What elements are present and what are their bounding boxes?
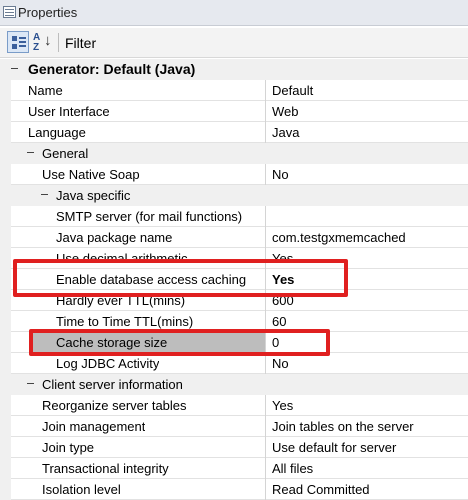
row-gutter <box>0 353 11 374</box>
filter-button[interactable]: Filter <box>65 35 96 51</box>
property-label: Name <box>28 83 63 98</box>
property-value[interactable]: Join tables on the server <box>265 416 468 437</box>
property-row-name[interactable]: Name Default <box>0 80 468 101</box>
row-gutter <box>0 311 11 332</box>
property-row-transactional-integrity[interactable]: Transactional integrity All files <box>0 458 468 479</box>
property-label: Transactional integrity <box>42 461 169 476</box>
property-value[interactable]: Read Committed <box>265 479 468 500</box>
property-label: SMTP server (for mail functions) <box>56 209 243 224</box>
row-gutter <box>0 248 11 269</box>
property-value[interactable]: All files <box>265 458 468 479</box>
property-row-isolation-level[interactable]: Isolation level Read Committed <box>0 479 468 500</box>
property-label: Log JDBC Activity <box>56 356 160 371</box>
category-title: Java specific <box>56 188 131 203</box>
row-gutter <box>0 479 11 500</box>
row-gutter <box>0 332 11 353</box>
row-gutter <box>0 395 11 416</box>
row-gutter <box>0 437 11 458</box>
categorized-view-icon[interactable] <box>7 31 29 53</box>
property-label: Use Native Soap <box>42 167 140 182</box>
category-general[interactable]: General <box>0 143 468 164</box>
properties-window-icon <box>3 6 16 18</box>
toolbar: A Z ↓ Filter <box>0 28 468 58</box>
highlight-box-caching <box>13 259 348 297</box>
row-gutter <box>0 458 11 479</box>
property-value[interactable]: Use default for server <box>265 437 468 458</box>
window-title: Properties <box>18 5 78 20</box>
row-gutter <box>0 101 11 122</box>
property-label: Reorganize server tables <box>42 398 187 413</box>
property-row-smtp-server[interactable]: SMTP server (for mail functions) <box>0 206 468 227</box>
row-gutter <box>0 227 11 248</box>
group-title: Generator: Default (Java) <box>28 61 196 77</box>
property-row-java-package-name[interactable]: Java package name com.testgxmemcached <box>0 227 468 248</box>
property-row-use-native-soap[interactable]: Use Native Soap No <box>0 164 468 185</box>
property-value[interactable] <box>265 206 468 227</box>
row-gutter <box>0 122 11 143</box>
category-client-server-information[interactable]: Client server information <box>0 374 468 395</box>
category-title: Client server information <box>42 377 183 392</box>
property-label: Java package name <box>56 230 173 245</box>
property-row-log-jdbc-activity[interactable]: Log JDBC Activity No <box>0 353 468 374</box>
property-label: Join management <box>42 419 146 434</box>
collapse-icon[interactable] <box>40 190 49 199</box>
property-value[interactable]: Java <box>265 122 468 143</box>
property-value[interactable]: com.testgxmemcached <box>265 227 468 248</box>
property-label: User Interface <box>28 104 110 119</box>
collapse-icon[interactable] <box>26 148 35 157</box>
title-bar: Properties <box>0 0 468 26</box>
property-label: Language <box>28 125 86 140</box>
property-value[interactable]: Default <box>265 80 468 101</box>
property-row-join-type[interactable]: Join type Use default for server <box>0 437 468 458</box>
property-row-join-management[interactable]: Join management Join tables on the serve… <box>0 416 468 437</box>
highlight-box-cache-size <box>29 329 330 356</box>
property-value[interactable]: No <box>265 164 468 185</box>
alphabetical-sort-icon[interactable]: A Z ↓ <box>32 31 54 53</box>
toolbar-separator <box>58 33 59 52</box>
collapse-icon[interactable] <box>26 379 35 388</box>
property-label: Join type <box>42 440 95 455</box>
property-row-language[interactable]: Language Java <box>0 122 468 143</box>
collapse-icon[interactable] <box>10 64 19 73</box>
row-gutter <box>0 290 11 311</box>
row-gutter <box>0 416 11 437</box>
row-gutter <box>0 206 11 227</box>
property-label: Isolation level <box>42 482 121 497</box>
category-java-specific[interactable]: Java specific <box>0 185 468 206</box>
property-value[interactable]: Web <box>265 101 468 122</box>
row-gutter <box>0 269 11 290</box>
group-generator[interactable]: Generator: Default (Java) <box>0 59 468 80</box>
property-row-reorganize-server-tables[interactable]: Reorganize server tables Yes <box>0 395 468 416</box>
category-title: General <box>42 146 89 161</box>
row-gutter <box>0 80 11 101</box>
property-value[interactable]: No <box>265 353 468 374</box>
property-value[interactable]: Yes <box>265 395 468 416</box>
row-gutter <box>0 164 11 185</box>
property-row-user-interface[interactable]: User Interface Web <box>0 101 468 122</box>
